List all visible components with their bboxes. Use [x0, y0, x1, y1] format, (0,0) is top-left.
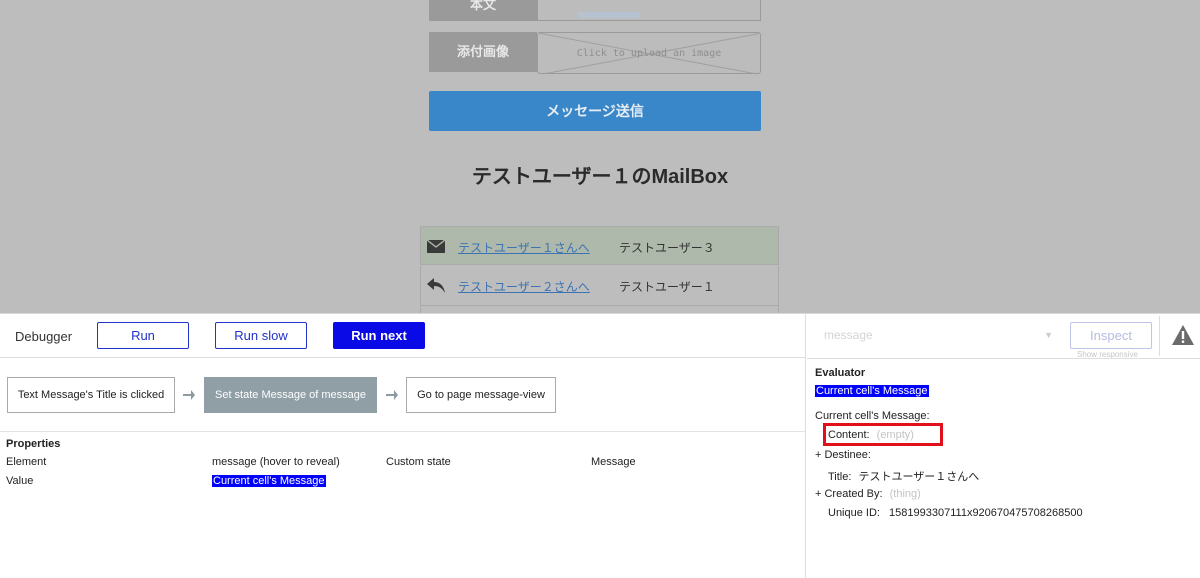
image-uploader[interactable]: Click to upload an image	[537, 32, 761, 74]
mail-sender: テストユーザー１	[619, 280, 715, 294]
body-label: 本文	[429, 0, 537, 21]
mail-sender: テストユーザー３	[619, 241, 715, 255]
evaluator-expression[interactable]: Current cell's Message	[815, 385, 929, 397]
mail-list-item[interactable]: テストユーザー１さんへ テストユーザー３	[420, 226, 779, 265]
property-value-cell: Current cell's Message	[212, 475, 326, 487]
send-message-button[interactable]: メッセージ送信	[429, 91, 761, 131]
title-label: Title:	[828, 471, 852, 483]
unique-id-value: 1581993307111x920670475708268500	[889, 507, 1083, 519]
app-page-overlay: 本文 添付画像 Click to upload an image メッセージ送信…	[0, 0, 1200, 313]
arrow-right-icon	[183, 390, 195, 400]
element-select-dropdown[interactable]: message ▼	[822, 322, 1057, 349]
run-slow-button[interactable]: Run slow	[215, 322, 307, 349]
debugger-toolbar: Debugger Run Run slow Run next	[0, 314, 806, 358]
mail-list-item[interactable]	[420, 305, 779, 313]
run-button[interactable]: Run	[97, 322, 189, 349]
property-value-label: Value	[6, 475, 34, 487]
inspect-button[interactable]: Inspect	[1070, 322, 1152, 349]
created-by-expander[interactable]: + Created By:	[815, 488, 883, 500]
body-text-highlight	[578, 12, 640, 18]
mail-title-link[interactable]: テストユーザー２さんへ	[458, 278, 590, 295]
evaluator-heading: Evaluator	[815, 367, 866, 379]
debugger-left-panel: Debugger Run Run slow Run next Text Mess…	[0, 314, 806, 578]
property-element-value[interactable]: message (hover to reveal)	[212, 456, 340, 468]
workflow-step-event[interactable]: Text Message's Title is clicked	[7, 377, 175, 413]
workflow-step-navigate[interactable]: Go to page message-view	[406, 377, 556, 413]
arrow-right-icon	[386, 390, 398, 400]
unique-id-field: Unique ID: 1581993307111x920670475708268…	[828, 507, 1083, 519]
upload-hint: Click to upload an image	[576, 48, 722, 59]
debugger-panel: Debugger Run Run slow Run next Text Mess…	[0, 313, 1200, 578]
destinee-title: Title: テストユーザー１さんへ	[828, 468, 979, 484]
property-element-label: Element	[6, 456, 47, 468]
toolbar-divider	[1159, 316, 1160, 356]
created-by-field: + Created By: (thing)	[815, 488, 921, 500]
toolbar-border	[807, 358, 1200, 359]
chevron-down-icon: ▼	[1044, 330, 1053, 340]
body-input[interactable]	[537, 0, 761, 21]
run-next-button[interactable]: Run next	[333, 322, 425, 349]
evaluator-expression-wrap: Current cell's Message	[815, 385, 929, 397]
inspector-panel: message ▼ Inspect Show responsive Evalua…	[807, 314, 1200, 578]
debugger-title: Debugger	[15, 329, 73, 344]
workflow-steps: Text Message's Title is clicked Set stat…	[0, 359, 806, 432]
properties-heading: Properties	[6, 438, 61, 450]
created-by-value: (thing)	[889, 488, 921, 500]
mail-list-item[interactable]: テストユーザー２さんへ テストユーザー１	[420, 266, 779, 306]
property-value-expression[interactable]: Current cell's Message	[212, 475, 326, 487]
attach-image-label: 添付画像	[429, 32, 537, 72]
unique-id-label: Unique ID:	[828, 507, 880, 519]
property-custom-state-value: Message	[591, 456, 636, 468]
evaluated-object-label: Current cell's Message:	[815, 410, 930, 422]
warning-icon[interactable]	[1171, 324, 1195, 346]
mail-title-link[interactable]: テストユーザー１さんへ	[458, 239, 590, 256]
destinee-expander[interactable]: + Destinee:	[815, 449, 871, 461]
property-custom-state-label: Custom state	[386, 456, 451, 468]
title-value: テストユーザー１さんへ	[858, 471, 980, 483]
element-select-placeholder: message	[824, 328, 873, 342]
envelope-icon	[426, 239, 446, 253]
workflow-step-active[interactable]: Set state Message of message	[204, 377, 377, 413]
reply-icon	[427, 278, 445, 293]
mailbox-title: テストユーザー１のMailBox	[471, 166, 729, 188]
annotation-highlight-box	[823, 423, 943, 446]
